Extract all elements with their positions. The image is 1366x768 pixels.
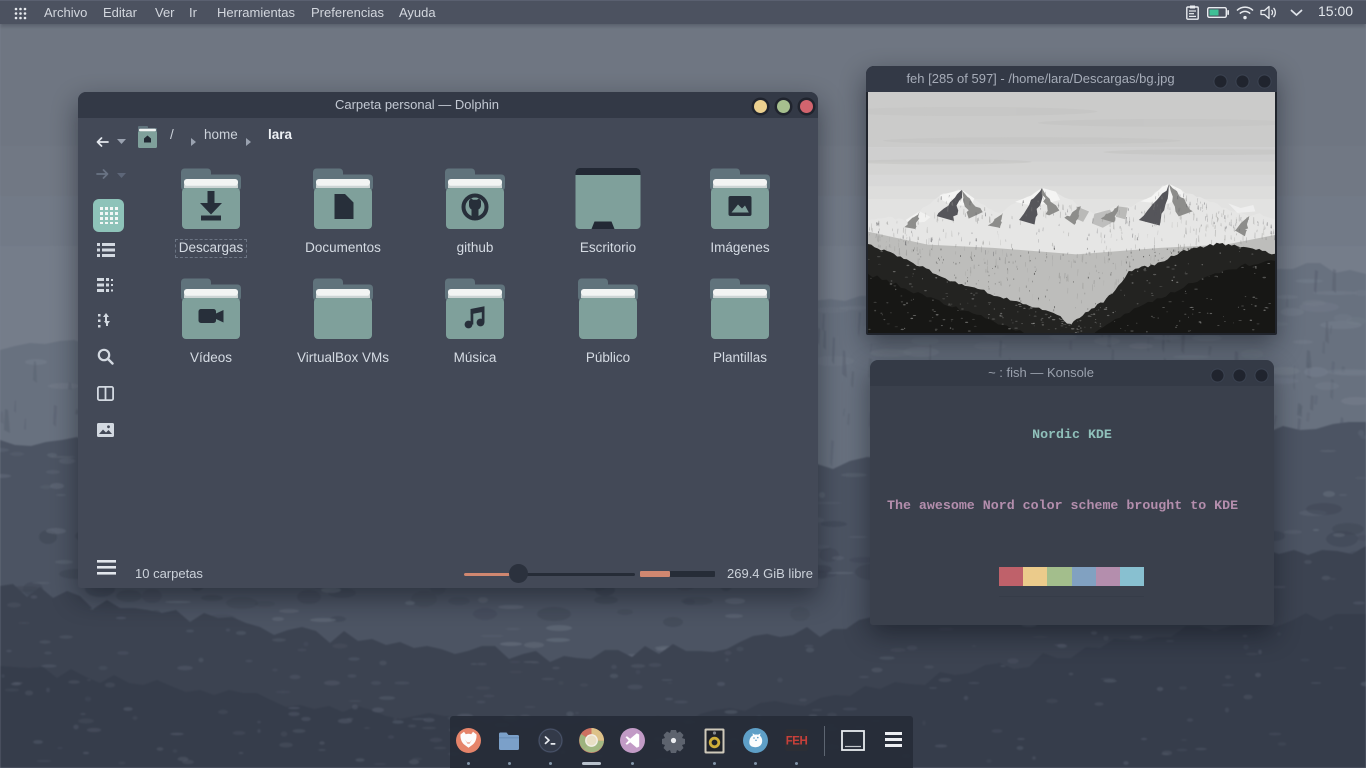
svg-text:FEH: FEH [786, 736, 808, 748]
